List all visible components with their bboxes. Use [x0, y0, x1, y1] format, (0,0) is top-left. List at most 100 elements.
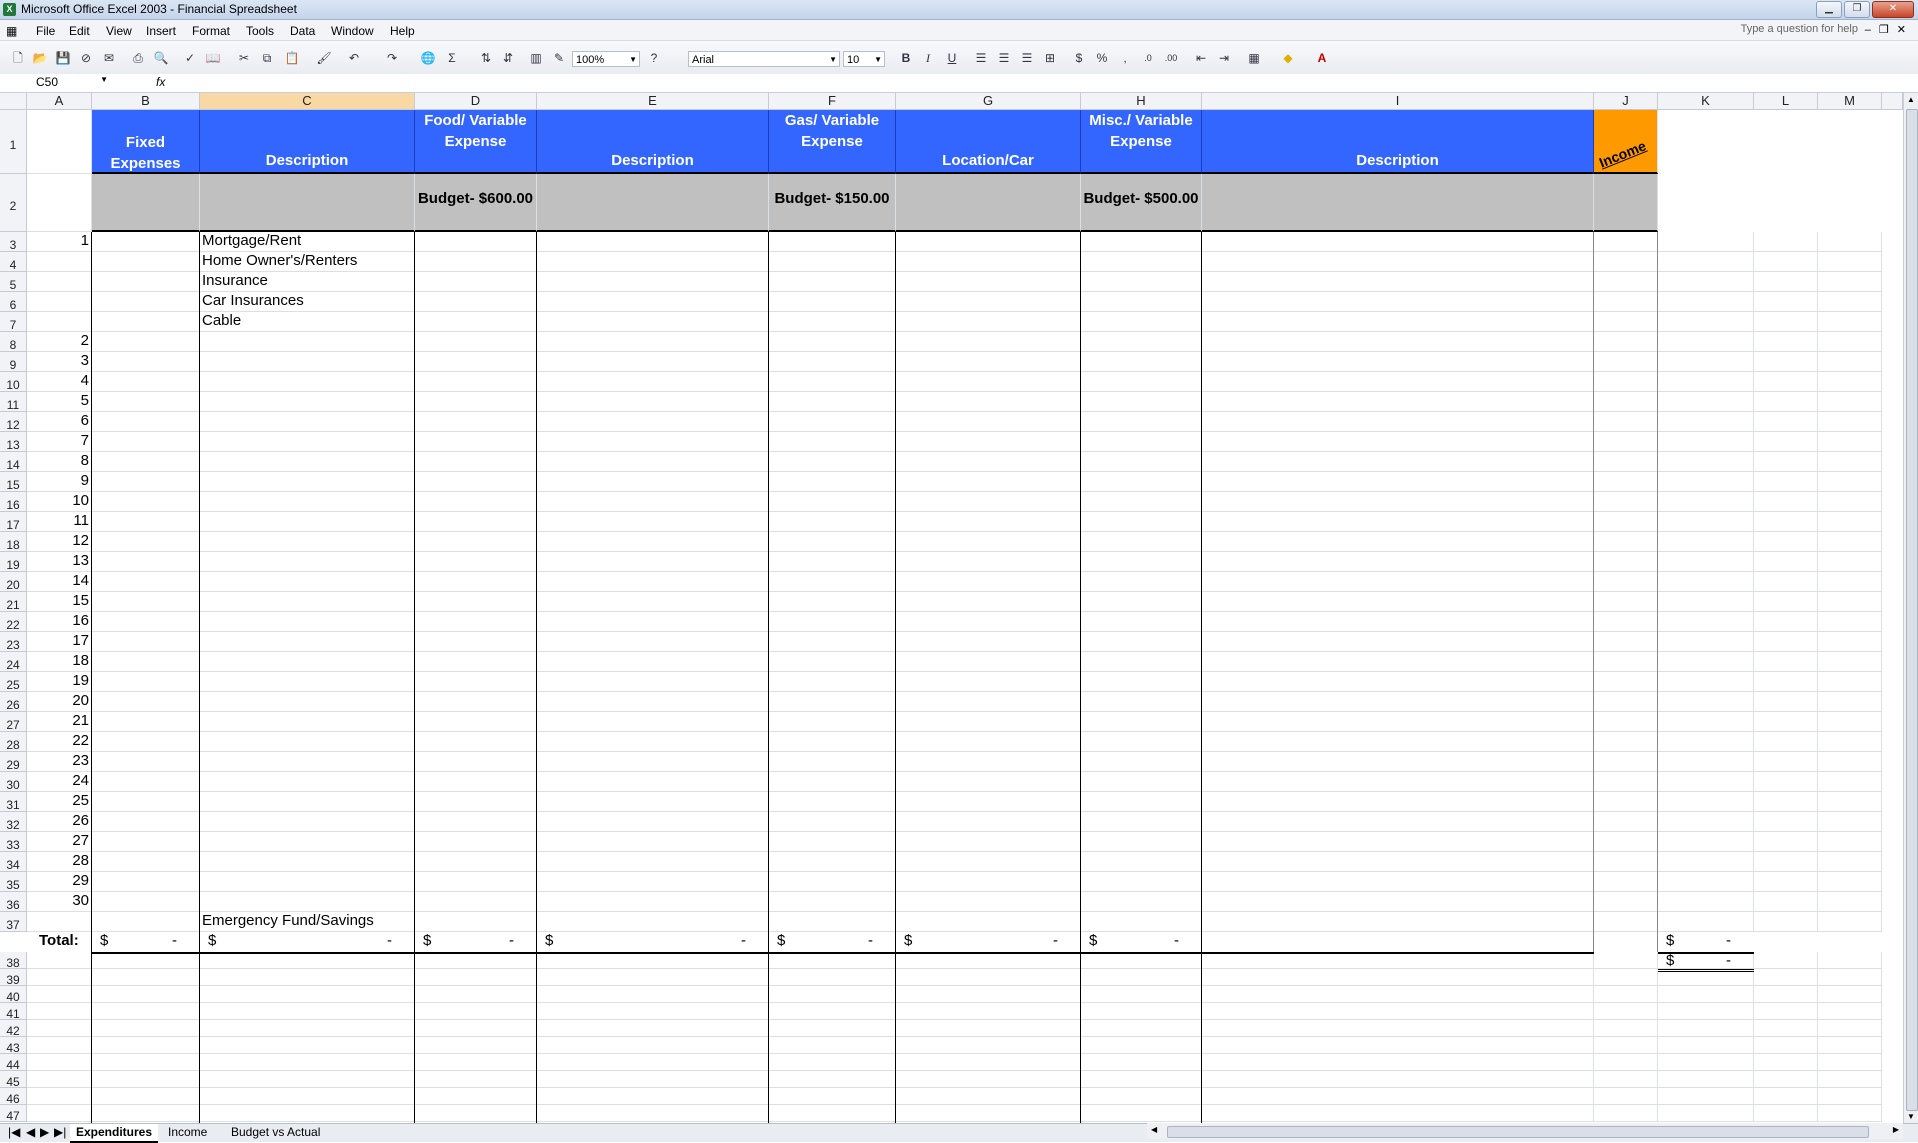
grid-cell[interactable]: [1658, 872, 1754, 892]
grid-cell[interactable]: [769, 812, 896, 832]
grid-cell[interactable]: [896, 292, 1081, 312]
grid-cell[interactable]: [1081, 392, 1202, 412]
grid-cell[interactable]: [1658, 492, 1754, 512]
grid-cell[interactable]: [1081, 472, 1202, 492]
grid-cell[interactable]: [415, 312, 537, 332]
grid-cell[interactable]: [200, 612, 415, 632]
grid-cell[interactable]: [92, 752, 200, 772]
grid-cell[interactable]: [1658, 652, 1754, 672]
grid-cell[interactable]: [1658, 1037, 1754, 1054]
grid-cell[interactable]: [1818, 292, 1882, 312]
grid-cell[interactable]: [200, 452, 415, 472]
grid-cell[interactable]: [769, 632, 896, 652]
grid-cell[interactable]: [200, 632, 415, 652]
grid-cell[interactable]: [537, 432, 769, 452]
grid-cell[interactable]: [1818, 1054, 1882, 1071]
grid-cell[interactable]: [1594, 1003, 1658, 1020]
grid-cell[interactable]: [1818, 532, 1882, 552]
grid-cell[interactable]: [1081, 252, 1202, 272]
grid-cell[interactable]: [896, 332, 1081, 352]
cell-gas-budget[interactable]: Budget- $150.00: [769, 174, 896, 232]
column-header-m[interactable]: M: [1818, 93, 1882, 110]
grid-cell[interactable]: [1818, 832, 1882, 852]
grid-cell[interactable]: [92, 612, 200, 632]
grid-cell[interactable]: [769, 272, 896, 292]
grid-cell[interactable]: [1754, 872, 1818, 892]
grid-cell[interactable]: [896, 552, 1081, 572]
grid-cell[interactable]: [1818, 1020, 1882, 1037]
grid-cell[interactable]: [200, 392, 415, 412]
cell-gas-variable-header[interactable]: Gas/ Variable Expense: [769, 110, 896, 174]
grid-cell[interactable]: [1754, 1105, 1818, 1122]
row-sequence-number[interactable]: 13: [27, 552, 92, 572]
grid-cell[interactable]: [537, 632, 769, 652]
grid-cell[interactable]: [1202, 832, 1594, 852]
grid-cell[interactable]: [1081, 732, 1202, 752]
name-box[interactable]: C50 ▼: [0, 75, 112, 90]
grid-cell[interactable]: [1202, 352, 1594, 372]
row-header[interactable]: 9: [0, 352, 27, 372]
close-button[interactable]: ✕: [1872, 1, 1914, 18]
grid-cell[interactable]: [769, 1071, 896, 1088]
merge-center-icon[interactable]: ⊞: [1042, 50, 1058, 66]
grid-cell[interactable]: [1081, 672, 1202, 692]
grid-cell[interactable]: [1658, 692, 1754, 712]
grid-cell[interactable]: [1818, 472, 1882, 492]
grid-cell[interactable]: [1202, 512, 1594, 532]
grid-cell[interactable]: [415, 592, 537, 612]
grid-cell[interactable]: [1818, 732, 1882, 752]
grid-cell[interactable]: [1658, 672, 1754, 692]
grid-cell[interactable]: [769, 1003, 896, 1020]
grid-cell[interactable]: [1202, 792, 1594, 812]
grid-cell[interactable]: [1754, 232, 1818, 252]
grid-cell[interactable]: [1202, 492, 1594, 512]
row-header[interactable]: 39: [0, 969, 27, 987]
grid-cell[interactable]: [769, 612, 896, 632]
grid-cell[interactable]: [1658, 832, 1754, 852]
grid-cell[interactable]: [92, 692, 200, 712]
grid-cell[interactable]: [200, 969, 415, 986]
grid-cell[interactable]: [415, 912, 537, 932]
chart-wizard-icon[interactable]: ▥: [528, 50, 544, 66]
grid-cell[interactable]: [1658, 372, 1754, 392]
grid-cell[interactable]: [1594, 692, 1658, 712]
grid-cell[interactable]: [415, 512, 537, 532]
grid-cell[interactable]: [1754, 272, 1818, 292]
grid-cell[interactable]: [1594, 672, 1658, 692]
grid-cell[interactable]: [537, 692, 769, 712]
grid-cell[interactable]: [415, 1037, 537, 1054]
grid-cell[interactable]: [1658, 332, 1754, 352]
grid-cell[interactable]: [200, 672, 415, 692]
row-sequence-number[interactable]: 28: [27, 852, 92, 872]
grid-cell[interactable]: [769, 952, 896, 969]
grid-cell[interactable]: [769, 1054, 896, 1071]
grid-cell[interactable]: [27, 272, 92, 292]
grid-cell[interactable]: [1754, 432, 1818, 452]
column-header-i[interactable]: I: [1202, 93, 1594, 110]
grid-cell[interactable]: [200, 986, 415, 1003]
grid-cell[interactable]: [415, 752, 537, 772]
grid-cell[interactable]: [769, 432, 896, 452]
grid-cell[interactable]: [1594, 312, 1658, 332]
help-icon[interactable]: ?: [646, 50, 662, 66]
grid-cell[interactable]: [1818, 772, 1882, 792]
grid-cell[interactable]: [1658, 312, 1754, 332]
grid-cell[interactable]: [415, 552, 537, 572]
grid-cell[interactable]: [92, 812, 200, 832]
grid-cell[interactable]: [1754, 912, 1818, 932]
grid-cell[interactable]: [1081, 532, 1202, 552]
cell-i2[interactable]: [1202, 174, 1594, 232]
grid-cell[interactable]: [769, 232, 896, 252]
row-sequence-number[interactable]: 24: [27, 772, 92, 792]
grid-cell[interactable]: [537, 552, 769, 572]
grid-cell[interactable]: [1202, 252, 1594, 272]
grid-cell[interactable]: [896, 1037, 1081, 1054]
grid-cell[interactable]: [27, 986, 92, 1003]
row-header[interactable]: 29: [0, 752, 27, 772]
grid-cell[interactable]: [537, 312, 769, 332]
grid-cell[interactable]: [415, 272, 537, 292]
row-header[interactable]: 30: [0, 772, 27, 792]
grid-cell[interactable]: [769, 852, 896, 872]
grid-cell[interactable]: [1081, 772, 1202, 792]
row-header[interactable]: 11: [0, 392, 27, 412]
